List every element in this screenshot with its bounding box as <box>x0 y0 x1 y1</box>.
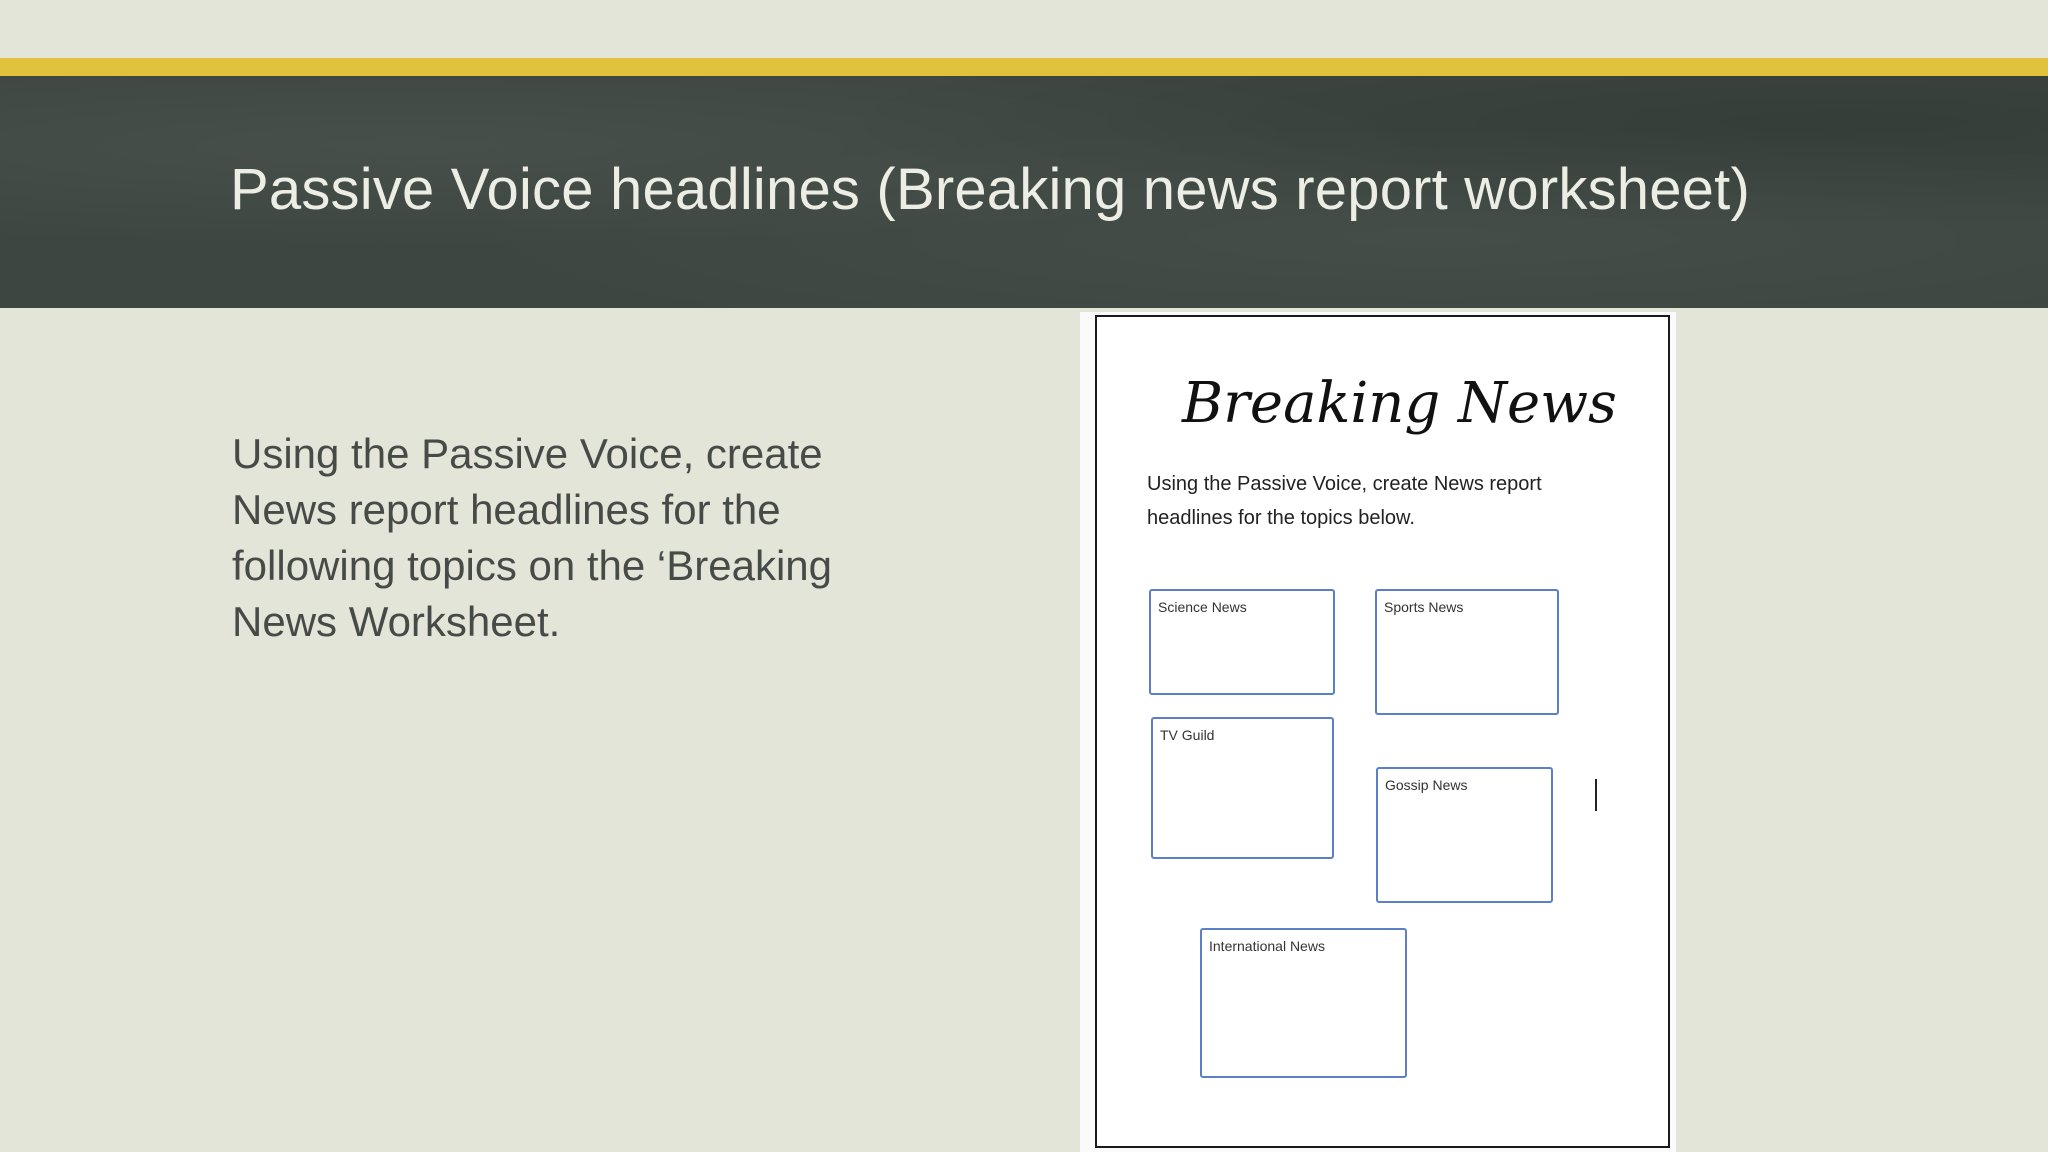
topic-box-sports: Sports News <box>1375 589 1559 715</box>
topic-box-label: Science News <box>1158 599 1247 615</box>
topic-box-label: International News <box>1209 938 1325 954</box>
slide-body-text: Using the Passive Voice, create News rep… <box>232 430 833 645</box>
topic-box-tv: TV Guild <box>1151 717 1334 859</box>
worksheet-title: Breaking News <box>1182 371 1617 436</box>
worksheet-instructions: Using the Passive Voice, create News rep… <box>1147 473 1542 529</box>
topic-box-international: International News <box>1200 928 1407 1078</box>
slide-title: Passive Voice headlines (Breaking news r… <box>230 157 1750 222</box>
accent-bar <box>0 58 2048 76</box>
worksheet-image: Breaking News Using the Passive Voice, c… <box>1095 315 1670 1148</box>
topic-box-gossip: Gossip News <box>1376 767 1553 903</box>
text-cursor-mark <box>1595 779 1597 811</box>
topic-box-label: TV Guild <box>1160 727 1215 743</box>
topic-box-label: Sports News <box>1384 599 1464 615</box>
topic-box-label: Gossip News <box>1385 777 1468 793</box>
topic-box-science: Science News <box>1149 589 1335 695</box>
